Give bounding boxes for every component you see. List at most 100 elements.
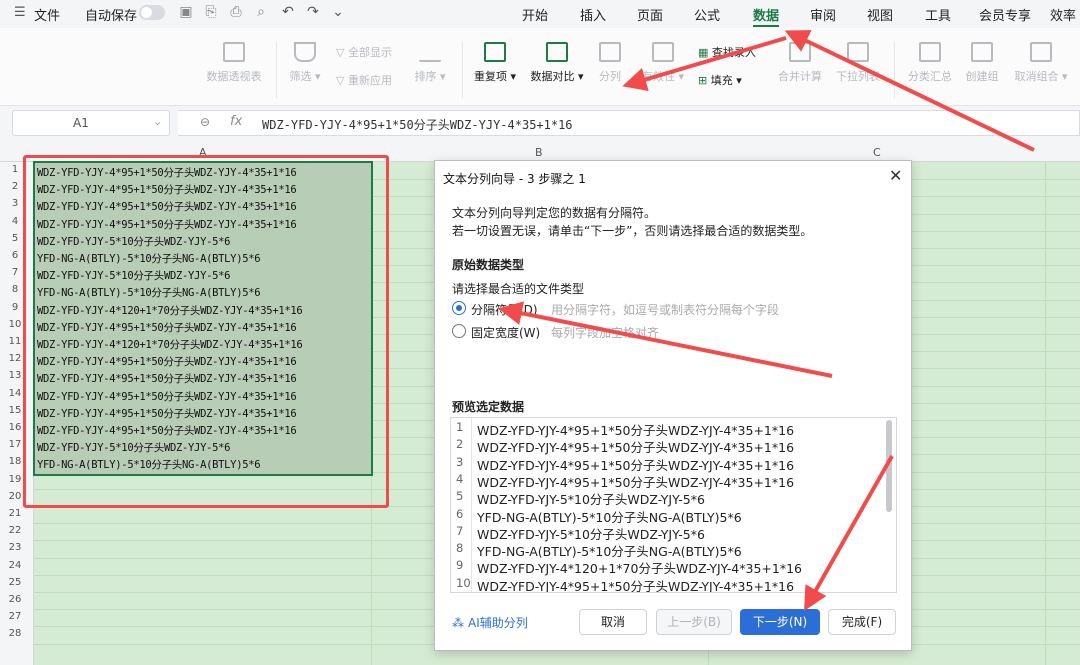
- chevron-down-icon[interactable]: ⌄: [330, 3, 346, 21]
- finish-button[interactable]: 完成(F): [828, 609, 896, 635]
- preview-icon[interactable]: ⌕: [253, 3, 269, 21]
- preview-row-text: WDZ-YFD-YJY-4*95+1*50分子头WDZ-YJY-4*35+1*1…: [477, 457, 795, 473]
- duplicates-button[interactable]: 重复项 ▾: [472, 42, 518, 84]
- row-header[interactable]: 24: [0, 560, 30, 571]
- formula-content[interactable]: WDZ-YFD-YJY-4*95+1*50分子头WDZ-YJY-4*35+1*1…: [262, 116, 573, 133]
- tab-page[interactable]: 页面: [637, 5, 663, 24]
- reapply-button[interactable]: ▽ 重新应用: [336, 72, 392, 88]
- close-icon[interactable]: ✕: [889, 166, 902, 185]
- duplicates-icon: [484, 42, 506, 62]
- tab-insert[interactable]: 插入: [580, 5, 606, 24]
- show-all-button[interactable]: ▽ 全部显示: [336, 44, 392, 60]
- lookup-entry-button[interactable]: ▦ 查找录入: [698, 44, 756, 60]
- delimited-label[interactable]: 分隔符号(D): [471, 301, 538, 318]
- fixed-width-label[interactable]: 固定宽度(W): [471, 324, 540, 341]
- fill-button[interactable]: ⊞ 填充 ▾: [698, 72, 742, 88]
- delimited-radio[interactable]: [452, 301, 466, 315]
- row-header[interactable]: 21: [0, 508, 30, 519]
- fixed-width-description: 每列字段加空格对齐: [551, 326, 660, 340]
- column-header-b[interactable]: B: [535, 146, 543, 159]
- tab-efficiency[interactable]: 效率: [1050, 5, 1076, 24]
- tab-data[interactable]: 数据: [753, 5, 779, 24]
- tab-member[interactable]: 会员专享: [979, 5, 1031, 24]
- preview-row: 4 WDZ-YFD-YJY-4*95+1*50分子头WDZ-YJY-4*35+1*…: [451, 471, 891, 490]
- output-icon[interactable]: ⎘: [203, 3, 219, 21]
- preview-row-text: YFD-NG-A(BTLY)-5*10分子头NG-A(BTLY)5*6: [477, 509, 742, 525]
- dialog-title: 文本分列向导 - 3 步骤之 1: [443, 172, 586, 186]
- ai-split-button[interactable]: ⁂ AI辅助分列: [452, 614, 528, 631]
- choose-file-type-label: 请选择最合适的文件类型: [452, 282, 585, 296]
- ungroup-button[interactable]: 取消组合 ▾: [1010, 42, 1072, 84]
- ungroup-icon: [1030, 42, 1052, 62]
- preview-row-number: 9: [456, 558, 464, 573]
- intro-line-1: 文本分列向导判定您的数据有分隔符。: [452, 206, 657, 220]
- tab-view[interactable]: 视图: [867, 5, 893, 24]
- preview-row-number: 7: [456, 523, 464, 538]
- row-header[interactable]: 27: [0, 611, 30, 622]
- preview-row: 3 WDZ-YFD-YJY-4*95+1*50分子头WDZ-YJY-4*35+1*…: [451, 455, 891, 473]
- validity-icon: [652, 42, 674, 62]
- row-header[interactable]: 22: [0, 525, 30, 536]
- sort-button[interactable]: 排序 ▾: [410, 42, 450, 84]
- tab-tools[interactable]: 工具: [925, 5, 951, 24]
- zoom-icon[interactable]: ⊖: [200, 115, 210, 129]
- row-header[interactable]: 28: [0, 628, 30, 639]
- autosave-label: 自动保存: [85, 9, 138, 24]
- consolidate-button[interactable]: 合并计算: [776, 42, 824, 84]
- formula-input[interactable]: ⊖ fx WDZ-YFD-YJY-4*95+1*50分子头WDZ-YJY-4*3…: [178, 110, 1080, 136]
- row-header[interactable]: 25: [0, 577, 30, 588]
- preview-row-number: 4: [456, 471, 464, 486]
- sort-icon: [419, 42, 441, 62]
- dropdown-list-icon: [847, 42, 869, 62]
- preview-row-text: WDZ-YFD-YJY-4*95+1*50分子头WDZ-YJY-4*35+1*1…: [477, 423, 795, 438]
- ribbon: 数据透视表 筛选 ▾ ▽ 全部显示 ▽ 重新应用 排序 ▾ 重复项 ▾ 数据对比…: [0, 28, 1080, 106]
- data-preview[interactable]: 1 WDZ-YFD-YJY-4*95+1*50分子头WDZ-YJY-4*35+1*…: [450, 417, 897, 593]
- annotation-highlight-box: [23, 155, 389, 508]
- intro-line-2: 若一切设置无误，请单击“下一步”，否则请选择最合适的数据类型。: [452, 224, 813, 238]
- filter-button[interactable]: 筛选 ▾: [288, 42, 322, 84]
- autosave-toggle[interactable]: [139, 5, 165, 20]
- undo-icon[interactable]: ↶: [280, 3, 296, 21]
- next-step-button[interactable]: 下一步(N): [740, 609, 820, 635]
- row-header[interactable]: 26: [0, 594, 30, 605]
- preview-row-text: WDZ-YFD-YJY-5*10分子头WDZ-YJY-5*6: [477, 492, 705, 508]
- create-group-button[interactable]: 创建组: [962, 42, 1002, 84]
- split-column-button[interactable]: 分列: [596, 42, 624, 84]
- print-icon[interactable]: ⎙: [228, 3, 244, 21]
- preview-row-number: 2: [456, 437, 464, 452]
- preview-row: 7 WDZ-YFD-YJY-5*10分子头WDZ-YJY-5*6: [451, 523, 891, 542]
- split-column-icon: [599, 42, 621, 62]
- row-header[interactable]: 23: [0, 542, 30, 553]
- previous-step-button[interactable]: 上一步(B): [656, 609, 732, 635]
- preview-row-text: WDZ-YFD-YJY-4*95+1*50分子头WDZ-YJY-4*35+1*1…: [477, 440, 795, 456]
- preview-scrollbar[interactable]: [886, 420, 892, 512]
- preview-row-number: 5: [456, 489, 464, 504]
- preview-row-text: WDZ-YFD-YJY-4*95+1*50分子头WDZ-YJY-4*35+1*1…: [477, 474, 795, 490]
- cancel-button[interactable]: 取消: [579, 609, 647, 635]
- tab-review[interactable]: 审阅: [810, 5, 836, 24]
- divider: [276, 42, 277, 98]
- subtotal-button[interactable]: 分类汇总: [906, 42, 954, 84]
- tab-home[interactable]: 开始: [522, 5, 548, 24]
- preview-row: 2 WDZ-YFD-YJY-4*95+1*50分子头WDZ-YJY-4*35+1*…: [451, 437, 891, 456]
- section-data-type: 原始数据类型: [452, 258, 525, 272]
- preview-row: 8 YFD-NG-A(BTLY)-5*10分子头NG-A(BTLY)5*6: [451, 541, 891, 559]
- redo-icon[interactable]: ↷: [305, 3, 321, 21]
- column-header-c[interactable]: C: [873, 146, 881, 159]
- delimited-description: 用分隔字符，如逗号或制表符分隔每个字段: [551, 303, 780, 317]
- file-menu[interactable]: 文件: [34, 5, 60, 24]
- preview-row-number: 8: [456, 541, 464, 556]
- top-bar: ☰ 文件 自动保存 ▣ ⎘ ⎙ ⌕ ↶ ↷ ⌄ 开始 插入 页面 公式 数据 审…: [0, 0, 1080, 28]
- divider: [462, 42, 463, 98]
- menu-icon[interactable]: ☰: [14, 5, 26, 20]
- save-icon[interactable]: ▣: [178, 3, 194, 21]
- fx-icon[interactable]: fx: [230, 114, 242, 129]
- tab-formula[interactable]: 公式: [694, 5, 720, 24]
- pivot-table-button[interactable]: 数据透视表: [204, 42, 264, 84]
- fixed-width-radio[interactable]: [452, 324, 466, 338]
- name-box[interactable]: A1 ⌄: [12, 110, 170, 136]
- dropdown-list-button[interactable]: 下拉列表: [834, 42, 882, 84]
- chevron-down-icon[interactable]: ⌄: [153, 115, 162, 128]
- validity-button[interactable]: 有效性 ▾: [640, 42, 686, 84]
- data-compare-button[interactable]: 数据对比 ▾: [528, 42, 586, 84]
